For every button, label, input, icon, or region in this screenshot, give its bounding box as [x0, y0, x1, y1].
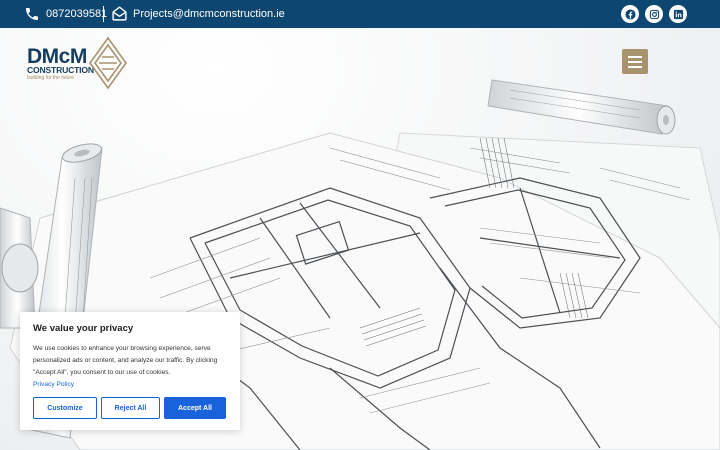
cookie-description: We use cookies to enhance your browsing … — [33, 345, 218, 376]
logo-sub-text: CONSTRUCTION — [27, 65, 94, 75]
customize-button[interactable]: Customize — [33, 397, 97, 419]
logo-tagline: building for the future — [27, 75, 74, 81]
cookie-button-row: Customize Reject All Accept All — [33, 397, 226, 419]
logo-brand-text: DMcM — [27, 45, 87, 68]
phone-icon — [26, 8, 38, 20]
envelope-open-icon — [112, 6, 127, 21]
accept-all-button[interactable]: Accept All — [164, 397, 226, 419]
instagram-icon — [649, 9, 659, 19]
email-link[interactable]: Projects@dmcmconstruction.ie — [111, 5, 285, 22]
logo-diamond-icon — [89, 36, 127, 90]
facebook-icon — [624, 8, 636, 20]
menu-bar — [628, 60, 642, 63]
phone-number: 0872039581 — [46, 8, 108, 20]
menu-bar — [628, 55, 642, 58]
facebook-link[interactable] — [621, 5, 639, 23]
linkedin-icon — [673, 9, 683, 19]
privacy-policy-link[interactable]: Privacy Policy — [33, 379, 227, 391]
email-address: Projects@dmcmconstruction.ie — [133, 7, 285, 20]
company-logo[interactable]: DMcM CONSTRUCTION building for the futur… — [26, 36, 130, 90]
reject-all-button[interactable]: Reject All — [101, 397, 160, 419]
top-contact-bar: 0872039581 Projects@dmcmconstruction.ie — [0, 0, 720, 28]
menu-bar — [628, 65, 642, 68]
topbar-divider — [103, 6, 104, 22]
hamburger-menu-button[interactable] — [622, 49, 648, 74]
cookie-consent-banner: We value your privacy We use cookies to … — [20, 312, 240, 430]
cookie-title: We value your privacy — [33, 323, 134, 334]
instagram-link[interactable] — [645, 5, 663, 23]
phone-link[interactable]: 0872039581 — [24, 6, 107, 22]
linkedin-link[interactable] — [669, 5, 687, 23]
